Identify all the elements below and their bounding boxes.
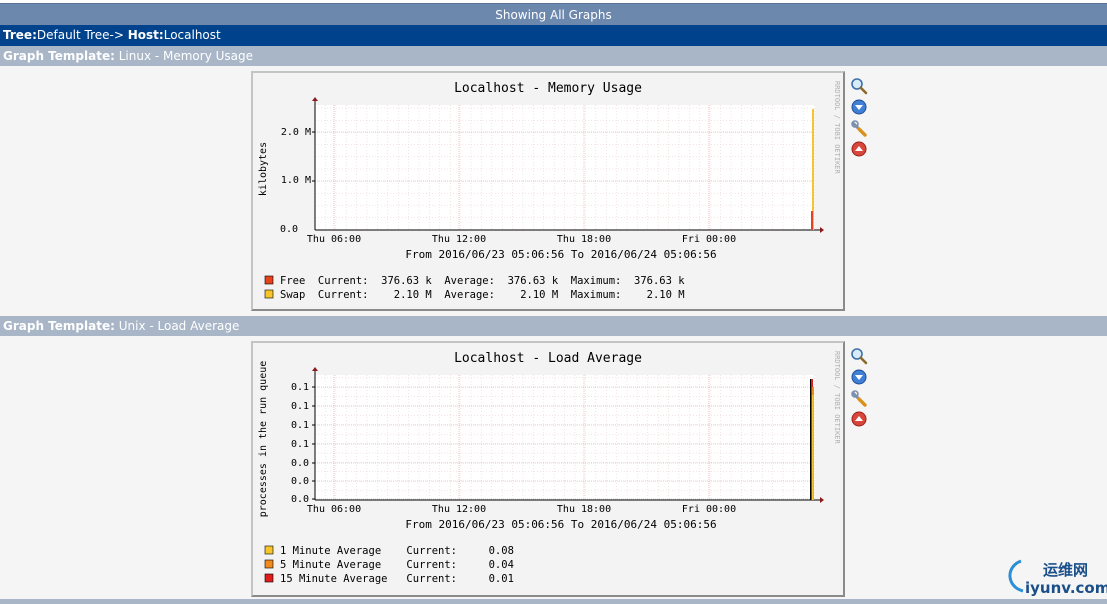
site-watermark-url: iyunv.com [1025,579,1107,597]
ytick-label: 1.0 M [281,175,311,186]
properties-icon[interactable] [850,368,868,386]
xtick-label: Thu 18:00 [557,234,611,245]
legend-free: Free Current: 376.63 k Average: 376.63 k… [280,275,685,287]
series-mark-1min [812,395,814,500]
zoom-icon[interactable] [850,77,868,95]
ytick-label: 0.1 [291,382,309,393]
y-axis-arrow [312,367,318,371]
page-title-bar: Showing All Graphs [0,3,1107,25]
site-watermark-logo: 运维网 iyunv.com [1008,559,1107,597]
rrdtool-watermark: RRDTOOL / TOBI OETIKER [833,81,841,175]
graph-ylabel: processes in the run queue [258,361,269,518]
graph-time-range: From 2016/06/23 05:06:56 To 2016/06/24 0… [405,248,716,261]
memory-graph-svg: Localhost - Memory Usage kilobytes RRDTO… [258,81,841,301]
legend-swatch-1min [264,545,274,555]
breadcrumb-tree-link[interactable]: Default Tree-> [37,28,124,42]
site-watermark-cn: 运维网 [1043,561,1088,579]
xtick-label: Thu 06:00 [307,234,361,245]
plot-area [315,105,815,230]
xtick-label: Thu 18:00 [557,504,611,515]
legend-1min: 1 Minute Average Current: 0.08 [280,545,514,557]
ytick-label: 0.0 [291,458,309,469]
series-mark-free [811,211,813,230]
wrench-icon[interactable] [850,119,868,137]
ytick-label: 2.0 M [281,127,311,138]
graph-title: Localhost - Load Average [454,351,642,366]
graph-ylabel: kilobytes [258,142,269,196]
template-name: Unix - Load Average [118,319,240,333]
legend-15min: 15 Minute Average Current: 0.01 [280,573,514,585]
properties-icon[interactable] [850,98,868,116]
rrdtool-watermark: RRDTOOL / TOBI OETIKER [833,351,841,445]
xtick-label: Thu 06:00 [307,504,361,515]
xtick-label: Thu 12:00 [432,234,486,245]
back-to-top-icon[interactable] [850,410,868,428]
breadcrumb-host-label: Host: [127,28,164,42]
legend-swatch-5min [264,559,274,569]
graph-time-range: From 2016/06/23 05:06:56 To 2016/06/24 0… [405,518,716,531]
graph-template-header-memory: Graph Template: Linux - Memory Usage [0,46,1107,66]
wrench-icon[interactable] [850,389,868,407]
legend-swatch-free [264,275,274,285]
ytick-label: 0.1 [291,420,309,431]
breadcrumb-tree-label: Tree: [3,28,37,42]
back-to-top-icon[interactable] [850,140,868,158]
ytick-label: 0.1 [291,401,309,412]
template-label: Graph Template: [3,319,115,333]
xtick-label: Fri 00:00 [682,504,736,515]
ytick-label: 0.1 [291,439,309,450]
graph-template-header-load: Graph Template: Unix - Load Average [0,316,1107,336]
legend-swatch-15min [264,573,274,583]
legend-swatch-swap [264,289,274,299]
breadcrumb: Tree:Default Tree-> Host:Localhost [0,25,1107,46]
ytick-label: 0.0 [280,224,298,235]
xtick-label: Thu 12:00 [432,504,486,515]
legend-5min: 5 Minute Average Current: 0.04 [280,559,514,571]
template-label: Graph Template: [3,49,115,63]
load-graph-svg: Localhost - Load Average processes in th… [258,351,841,585]
breadcrumb-host-link[interactable]: Localhost [164,28,221,42]
x-axis-arrow [820,497,824,503]
legend-swap: Swap Current: 2.10 M Average: 2.10 M Max… [280,289,685,301]
zoom-icon[interactable] [850,347,868,365]
bottom-divider [0,599,1107,604]
graph-actions-load [850,347,872,431]
page-title: Showing All Graphs [495,8,612,22]
xtick-label: Fri 00:00 [682,234,736,245]
graph-actions-memory [850,77,872,161]
graph-title: Localhost - Memory Usage [454,81,642,96]
template-name: Linux - Memory Usage [118,49,254,63]
x-axis-arrow [820,227,824,233]
y-axis-arrow [312,97,318,101]
ytick-label: 0.0 [291,476,309,487]
graph-memory-usage[interactable]: Localhost - Memory Usage kilobytes RRDTO… [251,71,845,311]
graph-load-average[interactable]: Localhost - Load Average processes in th… [251,341,845,597]
